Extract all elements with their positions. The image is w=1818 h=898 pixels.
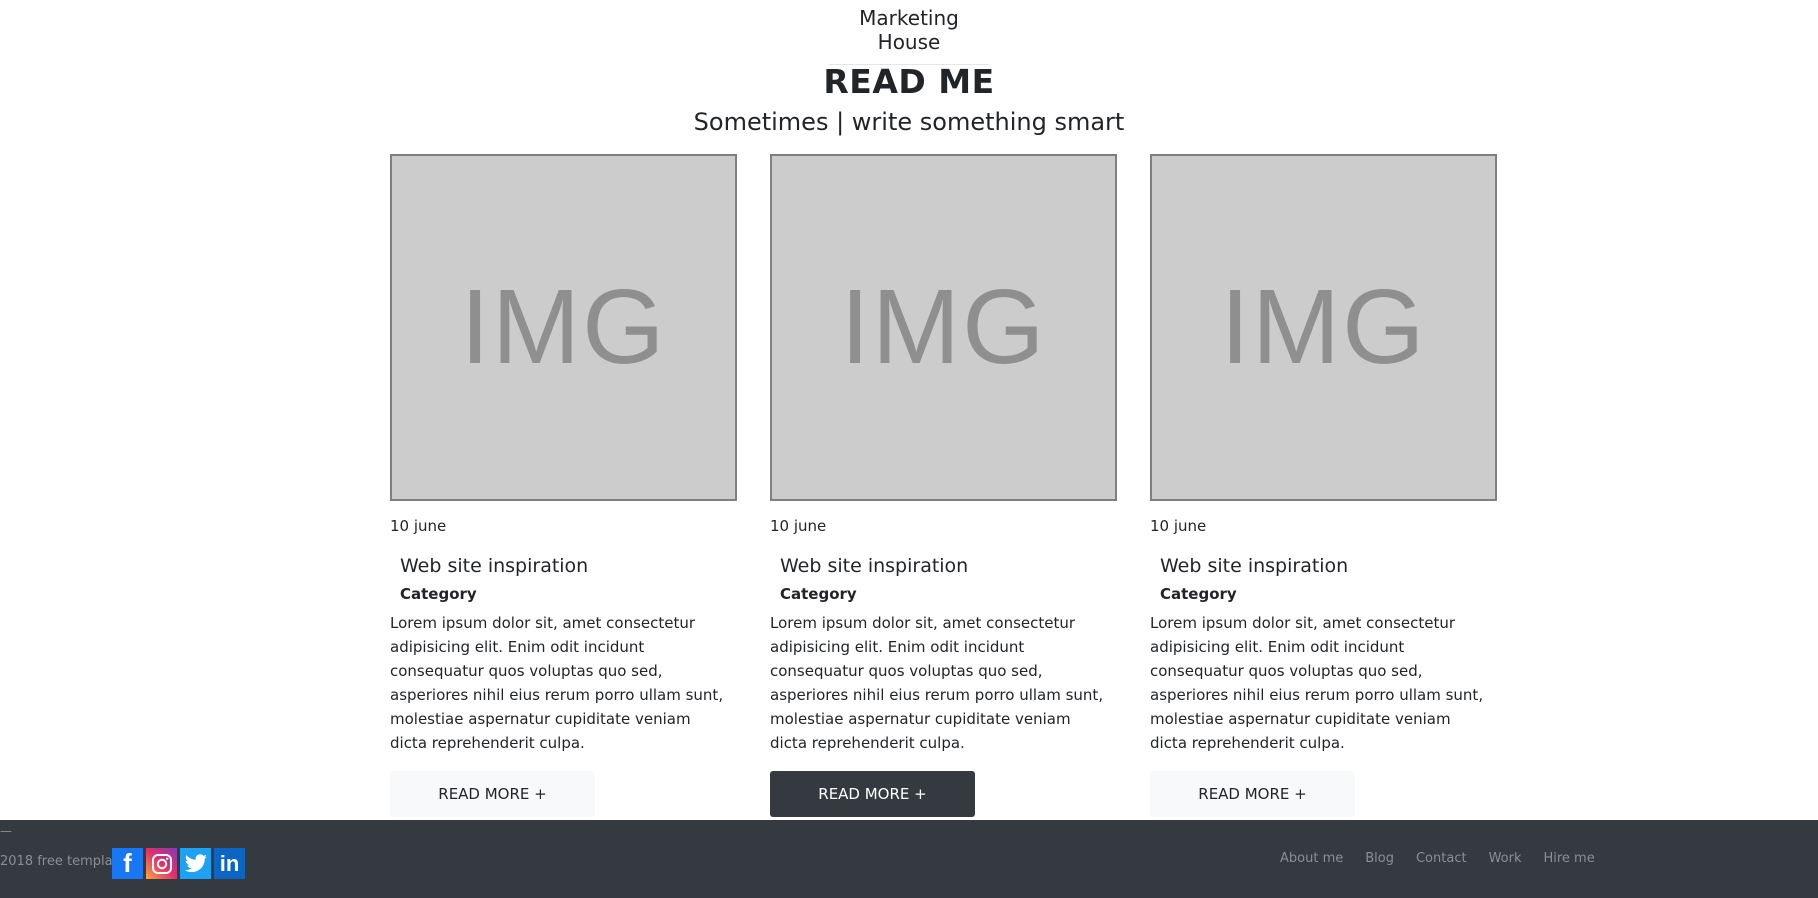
cards-grid: IMG 10 june Web site inspiration Categor… [390,154,1500,817]
blog-card: IMG 10 june Web site inspiration Categor… [770,154,1120,817]
card-title: Web site inspiration [1160,555,1349,577]
site-header: Marketing House [0,0,1818,65]
footer-link-contact[interactable]: Contact [1416,851,1467,866]
card-image-placeholder: IMG [770,154,1117,501]
read-more-button[interactable]: READ MORE + [770,771,975,817]
facebook-icon[interactable]: f [112,848,143,879]
footer-link-work[interactable]: Work [1489,851,1522,866]
card-image-placeholder: IMG [1150,154,1497,501]
card-category: Category [1160,585,1237,603]
image-placeholder-label: IMG [460,268,667,386]
card-date: 10 june [390,517,447,535]
card-category: Category [780,585,857,603]
card-text: Lorem ipsum dolor sit, amet consectetur … [770,614,1104,752]
card-text: Lorem ipsum dolor sit, amet consectetur … [390,614,724,752]
card-date: 10 june [1150,517,1207,535]
footer-dash: — [0,824,12,838]
social-links: f in [112,848,245,879]
read-more-button[interactable]: READ MORE + [390,771,595,817]
card-title: Web site inspiration [780,555,969,577]
site-footer: — 2018 free templates f in About me Blog… [0,820,1818,898]
blog-card: IMG 10 june Web site inspiration Categor… [1150,154,1500,817]
card-text: Lorem ipsum dolor sit, amet consectetur … [1150,614,1484,752]
card-category: Category [400,585,477,603]
image-placeholder-label: IMG [840,268,1047,386]
hero-subtitle: Sometimes | write something smart [693,108,1125,136]
twitter-icon[interactable] [180,848,211,879]
hero-title: READ ME [823,62,995,101]
footer-link-about[interactable]: About me [1280,851,1343,866]
image-placeholder-label: IMG [1220,268,1427,386]
linkedin-icon[interactable]: in [214,848,245,879]
card-title: Web site inspiration [400,555,589,577]
read-more-button[interactable]: READ MORE + [1150,771,1355,817]
twitter-glyph [184,853,207,872]
card-date: 10 june [770,517,827,535]
brand-title[interactable]: Marketing House [829,0,989,65]
card-image-placeholder: IMG [390,154,737,501]
instagram-glyph [151,853,172,874]
footer-link-hire[interactable]: Hire me [1543,851,1594,866]
footer-link-blog[interactable]: Blog [1365,851,1394,866]
footer-nav: About me Blog Contact Work Hire me [1280,851,1595,866]
instagram-icon[interactable] [146,848,177,879]
blog-card: IMG 10 june Web site inspiration Categor… [390,154,740,817]
